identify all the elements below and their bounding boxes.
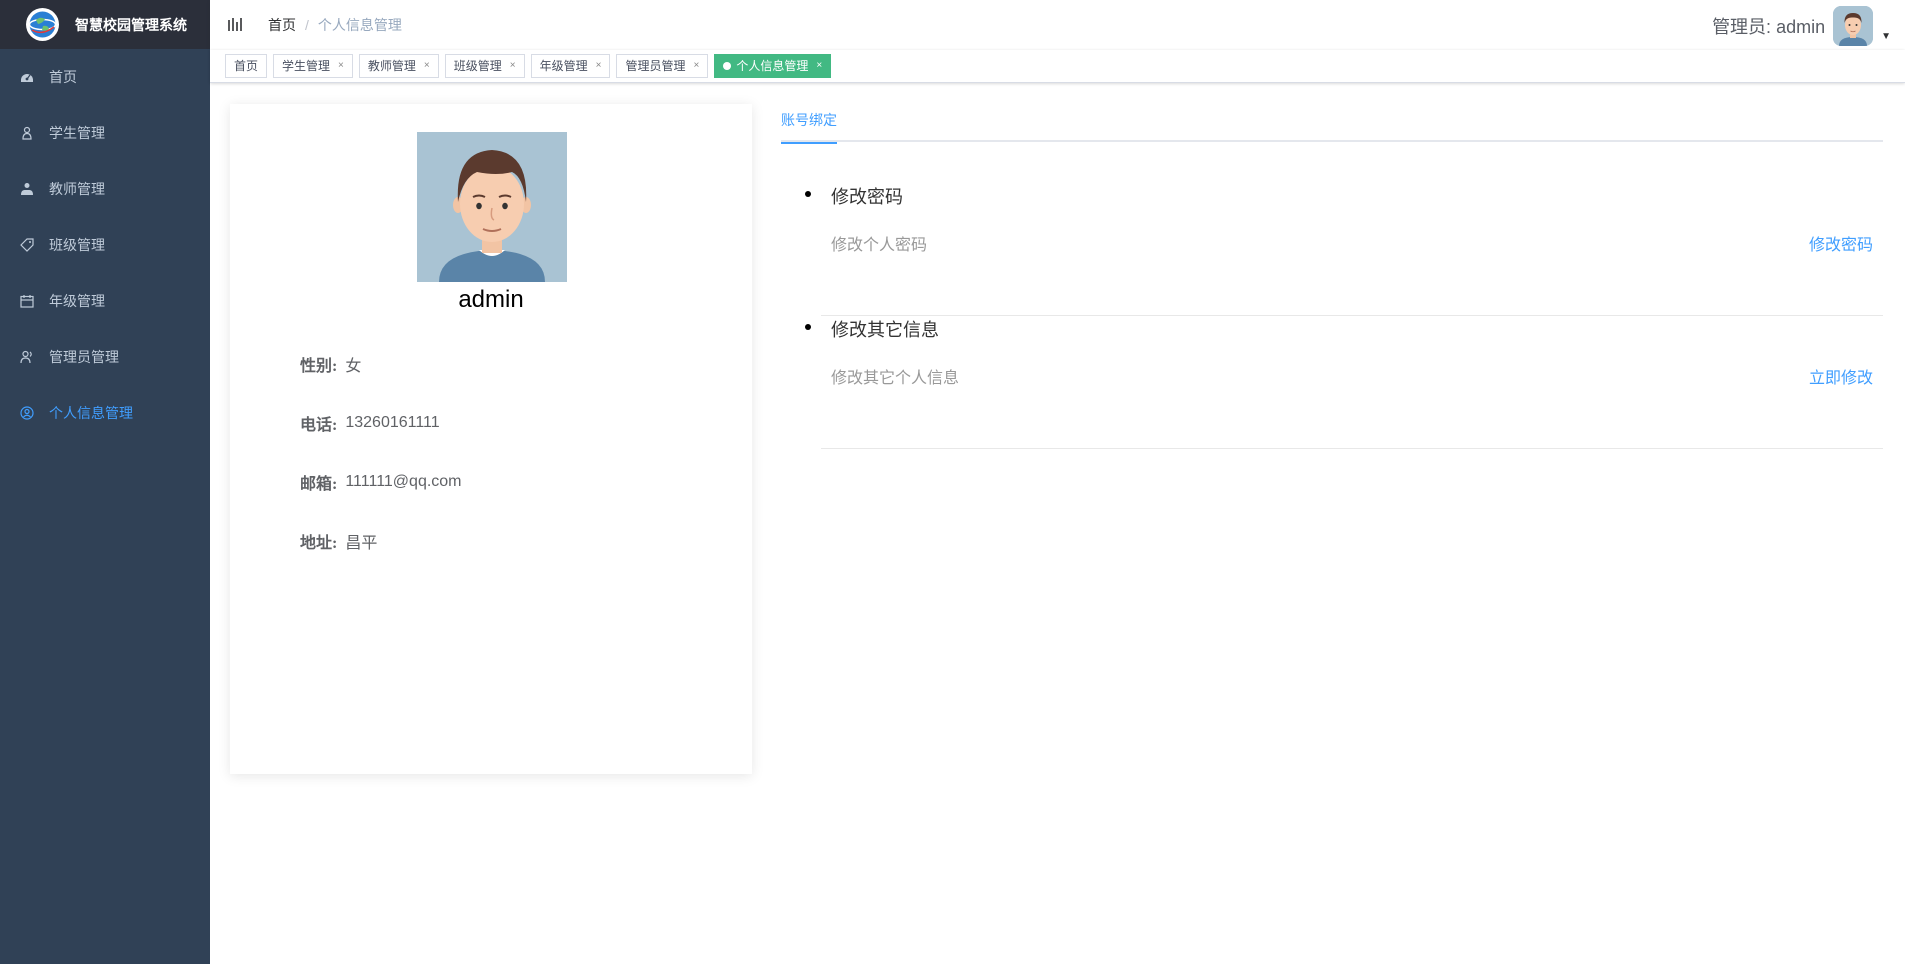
- close-icon[interactable]: ×: [596, 55, 602, 77]
- setting-title-text: 修改其它信息: [831, 320, 939, 340]
- setting-change-other-info: 修改其它信息 修改其它个人信息 立即修改: [805, 316, 1883, 449]
- close-icon[interactable]: ×: [424, 55, 430, 77]
- sidebar-item-home[interactable]: 首页: [0, 49, 210, 105]
- setting-desc: 修改其它个人信息: [831, 370, 960, 387]
- breadcrumb-separator: /: [305, 17, 309, 33]
- tag-label: 年级管理: [539, 59, 588, 73]
- sidebar-item-label: 首页: [49, 69, 77, 85]
- modify-now-link[interactable]: 立即修改: [1809, 364, 1873, 388]
- sidebar-menu: 首页 学生管理 教师管理 班级管理 年级管理 管理员管理 个人信息管理: [0, 49, 210, 441]
- dashboard-icon: [20, 70, 34, 84]
- setting-title: 修改其它信息: [805, 316, 939, 342]
- sidebar: 智慧校园管理系统 首页 学生管理 教师管理 班级管理 年级管理 管理员管理 个人…: [0, 0, 210, 964]
- user-icon: [20, 126, 34, 140]
- admin-icon: [20, 350, 34, 364]
- sidebar-item-label: 教师管理: [49, 181, 105, 197]
- sidebar-item-label: 班级管理: [49, 237, 105, 253]
- hamburger-toggle-icon[interactable]: [227, 17, 243, 33]
- caret-down-icon[interactable]: ▼: [1881, 31, 1891, 42]
- app-title: 智慧校园管理系统: [75, 16, 187, 33]
- setting-title-text: 修改密码: [831, 187, 903, 207]
- sidebar-item-admins[interactable]: 管理员管理: [0, 329, 210, 385]
- profile-name: admin: [458, 286, 524, 313]
- avatar[interactable]: [1833, 6, 1874, 46]
- peoples-icon: [20, 182, 34, 196]
- sidebar-item-label: 年级管理: [49, 293, 105, 309]
- setting-change-password: 修改密码 修改个人密码 修改密码: [805, 183, 1883, 316]
- tag-label: 班级管理: [453, 59, 502, 73]
- close-icon[interactable]: ×: [338, 55, 344, 77]
- active-dot-icon: [723, 62, 732, 70]
- breadcrumb: 首页 / 个人信息管理: [268, 15, 402, 35]
- bullet-icon: [805, 324, 811, 330]
- setting-title: 修改密码: [805, 183, 903, 209]
- sidebar-item-label: 个人信息管理: [49, 405, 133, 421]
- tag-grades[interactable]: 年级管理 ×: [530, 54, 611, 78]
- settings-tabs: 账号绑定: [781, 84, 1883, 144]
- tag-profile[interactable]: 个人信息管理 ×: [714, 54, 832, 78]
- tag-icon: [20, 238, 34, 252]
- info-value: 女: [345, 358, 362, 375]
- close-icon[interactable]: ×: [693, 55, 699, 77]
- globe-logo-icon: [26, 8, 59, 41]
- info-key: 邮箱:: [300, 476, 338, 493]
- logo-area[interactable]: 智慧校园管理系统: [0, 0, 210, 49]
- tags-view: 首页 学生管理 × 教师管理 × 班级管理 × 年级管理 × 管理员管理 × 个…: [210, 50, 1905, 83]
- tag-label: 个人信息管理: [736, 59, 809, 73]
- tag-admins[interactable]: 管理员管理 ×: [616, 54, 709, 78]
- change-password-link[interactable]: 修改密码: [1809, 231, 1873, 255]
- profile-avatar: [417, 132, 567, 282]
- sidebar-item-label: 管理员管理: [49, 349, 119, 365]
- info-row-gender: 性别: 女: [300, 352, 361, 376]
- info-key: 电话:: [300, 417, 338, 434]
- user-label: 管理员: admin: [1712, 17, 1826, 37]
- main-content: admin 性别: 女 电话: 13260161111 邮箱: 111111@q…: [210, 84, 1905, 964]
- sidebar-item-grades[interactable]: 年级管理: [0, 273, 210, 329]
- info-row-email: 邮箱: 111111@qq.com: [300, 470, 462, 494]
- bullet-icon: [805, 191, 811, 197]
- info-row-address: 地址: 昌平: [300, 529, 377, 553]
- tag-label: 教师管理: [367, 59, 416, 73]
- tag-label: 首页: [234, 59, 259, 73]
- tag-teachers[interactable]: 教师管理 ×: [358, 54, 439, 78]
- calendar-icon: [20, 294, 34, 308]
- sidebar-item-label: 学生管理: [49, 125, 105, 141]
- info-value: 111111@qq.com: [345, 473, 462, 490]
- sidebar-item-profile[interactable]: 个人信息管理: [0, 385, 210, 441]
- profile-icon: [20, 406, 34, 420]
- top-navbar: 首页 / 个人信息管理 管理员: admin ▼: [210, 0, 1905, 50]
- info-key: 地址:: [300, 535, 338, 552]
- sidebar-item-classes[interactable]: 班级管理: [0, 217, 210, 273]
- info-value: 13260161111: [345, 414, 440, 431]
- sidebar-item-teachers[interactable]: 教师管理: [0, 161, 210, 217]
- tag-label: 管理员管理: [625, 59, 686, 73]
- tag-home[interactable]: 首页: [225, 54, 268, 78]
- close-icon[interactable]: ×: [510, 55, 516, 77]
- tab-account-binding[interactable]: 账号绑定: [781, 110, 837, 144]
- user-menu[interactable]: 管理员: admin ▼: [1712, 6, 1891, 46]
- tag-classes[interactable]: 班级管理 ×: [444, 54, 525, 78]
- tag-students[interactable]: 学生管理 ×: [273, 54, 353, 78]
- info-value: 昌平: [345, 535, 378, 552]
- tag-label: 学生管理: [282, 59, 331, 73]
- breadcrumb-current: 个人信息管理: [317, 17, 402, 33]
- info-key: 性别:: [300, 358, 338, 375]
- setting-desc: 修改个人密码: [831, 237, 928, 254]
- close-icon[interactable]: ×: [816, 55, 822, 77]
- breadcrumb-home[interactable]: 首页: [268, 15, 296, 35]
- sidebar-item-students[interactable]: 学生管理: [0, 105, 210, 161]
- info-row-phone: 电话: 13260161111: [300, 411, 440, 435]
- profile-card: admin 性别: 女 电话: 13260161111 邮箱: 111111@q…: [230, 104, 752, 774]
